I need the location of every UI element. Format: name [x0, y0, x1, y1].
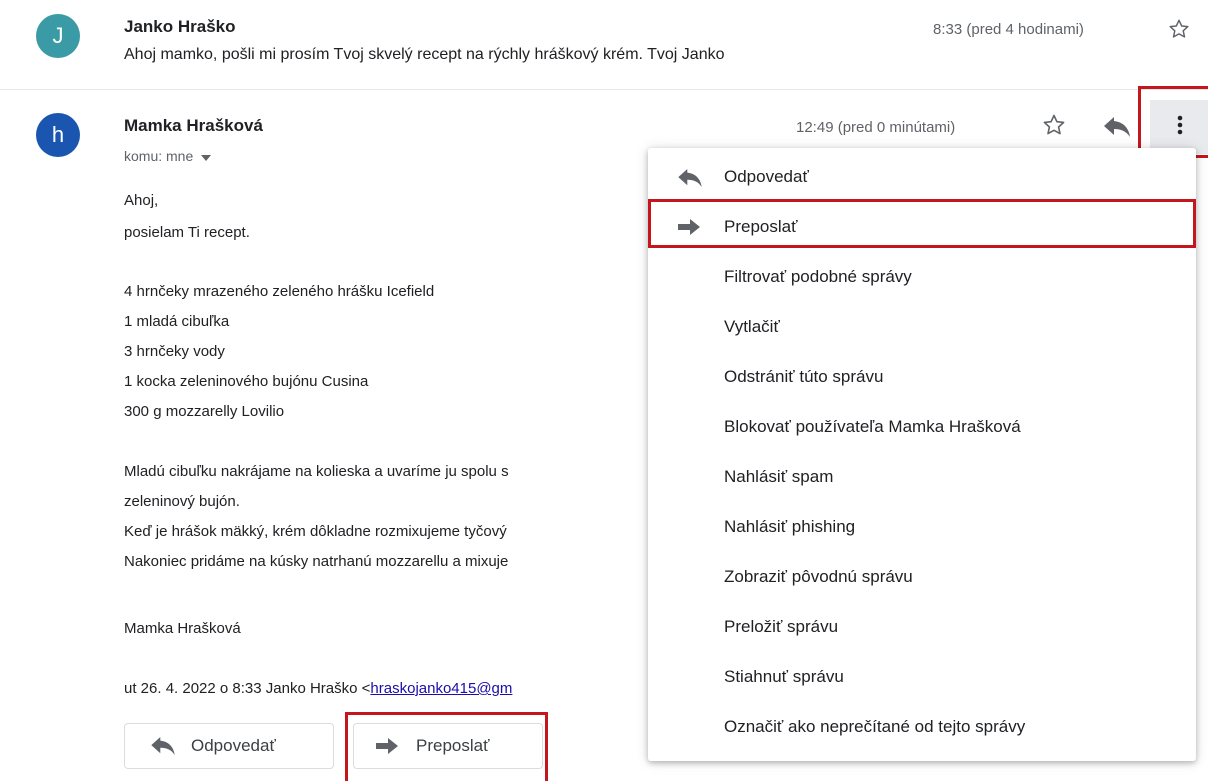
reply-icon	[678, 169, 702, 192]
reply-button[interactable]: Odpovedať	[124, 723, 334, 769]
menu-item-label: Nahlásiť phishing	[724, 517, 856, 536]
menu-item-delete[interactable]: Odstrániť túto správu	[648, 352, 1196, 402]
email-snippet: Ahoj mamko, pošli mi prosím Tvoj skvelý …	[124, 46, 725, 63]
avatar-janko: J	[36, 14, 80, 58]
quoted-email-link[interactable]: hraskojanko415@gm	[370, 680, 512, 697]
star-icon[interactable]	[1042, 113, 1066, 137]
body-line: 4 hrnčeky mrazeného zeleného hrášku Icef…	[124, 283, 435, 300]
sender-name: Mamka Hrašková	[124, 116, 263, 135]
highlight-box	[345, 712, 548, 781]
menu-item-spam[interactable]: Nahlásiť spam	[648, 452, 1196, 502]
menu-item-download[interactable]: Stiahnuť správu	[648, 652, 1196, 702]
menu-item-label: Nahlásiť spam	[724, 467, 834, 486]
body-line: 300 g mozzarelly Lovilio	[124, 403, 285, 420]
menu-item-reply[interactable]: Odpovedať	[648, 152, 1196, 202]
menu-item-print[interactable]: Vytlačiť	[648, 302, 1196, 352]
signature: Mamka Hrašková	[124, 620, 241, 637]
menu-item-label: Označiť ako neprečítané od tejto správy	[724, 717, 1026, 736]
menu-item-label: Filtrovať podobné správy	[724, 267, 912, 286]
menu-item-label: Preložiť správu	[724, 617, 839, 636]
menu-item-label: Vytlačiť	[724, 317, 780, 336]
sender-name: Janko Hraško	[124, 17, 236, 36]
quoted-header-text: ut 26. 4. 2022 o 8:33 Janko Hraško <	[124, 680, 371, 697]
menu-item-label: Blokovať používateľa Mamka Hrašková	[724, 417, 1021, 436]
dropdown-arrow-icon	[201, 148, 212, 164]
menu-item-label: Odstrániť túto správu	[724, 367, 884, 386]
body-line: posielam Ti recept.	[124, 224, 250, 241]
reply-icon	[151, 737, 175, 760]
recipient-label: komu: mne	[124, 148, 194, 164]
menu-item-show-original[interactable]: Zobraziť pôvodnú správu	[648, 552, 1196, 602]
menu-item-label: Stiahnuť správu	[724, 667, 844, 686]
body-line: 1 mladá cibuľka	[124, 313, 230, 330]
highlight-box	[648, 199, 1196, 248]
body-line: Keď je hrášok mäkký, krém dôkladne rozmi…	[124, 523, 507, 540]
divider	[0, 89, 1208, 90]
star-icon[interactable]	[1168, 18, 1190, 40]
menu-item-translate[interactable]: Preložiť správu	[648, 602, 1196, 652]
menu-item-filter[interactable]: Filtrovať podobné správy	[648, 252, 1196, 302]
body-line: Ahoj,	[124, 192, 159, 209]
body-line: 1 kocka zeleninového bujónu Cusina	[124, 373, 369, 390]
menu-item-label: Odpovedať	[724, 167, 809, 186]
recipient-dropdown[interactable]: komu: mne	[124, 148, 212, 164]
body-line: zeleninový bujón.	[124, 493, 240, 510]
menu-item-mark-unread[interactable]: Označiť ako neprečítané od tejto správy	[648, 702, 1196, 752]
body-line: Mladú cibuľku nakrájame na kolieska a uv…	[124, 463, 509, 480]
menu-item-label: Zobraziť pôvodnú správu	[724, 567, 913, 586]
menu-item-phishing[interactable]: Nahlásiť phishing	[648, 502, 1196, 552]
menu-item-block[interactable]: Blokovať používateľa Mamka Hrašková	[648, 402, 1196, 452]
body-line: Nakoniec pridáme na kúsky natrhanú mozza…	[124, 553, 509, 570]
email-time: 12:49 (pred 0 minútami)	[796, 119, 956, 136]
email-time: 8:33 (pred 4 hodinami)	[933, 21, 1084, 38]
avatar-mamka: h	[36, 113, 80, 157]
body-line: 3 hrnčeky vody	[124, 343, 225, 360]
quoted-header: ut 26. 4. 2022 o 8:33 Janko Hraško <hras…	[124, 680, 512, 697]
reply-button-label: Odpovedať	[191, 736, 276, 755]
reply-icon[interactable]	[1104, 117, 1130, 137]
